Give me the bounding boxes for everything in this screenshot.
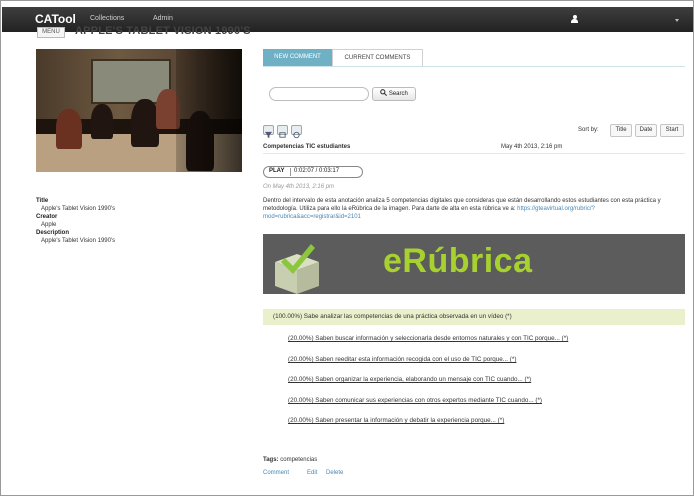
comment-date: May 4th 2013, 2:16 pm bbox=[501, 144, 563, 150]
app-window: CATool Collections Admin MENU APPLE'S TA… bbox=[0, 0, 694, 496]
rubric-criterion-main[interactable]: (100.00%) Sabe analizar las competencias… bbox=[263, 309, 685, 325]
play-label: PLAY bbox=[269, 168, 285, 174]
description-value: Apple's Tablet Vision 1990's bbox=[41, 238, 116, 244]
erubrica-banner: eRúbrica bbox=[263, 234, 685, 294]
tags-label: Tags: bbox=[263, 457, 279, 463]
ballot-box-icon bbox=[275, 244, 319, 294]
banner-title: eRúbrica bbox=[383, 242, 533, 280]
search-icon bbox=[380, 89, 388, 97]
refresh-icon bbox=[293, 131, 300, 139]
delete-link[interactable]: Delete bbox=[326, 470, 343, 476]
chevron-down-icon[interactable] bbox=[675, 19, 679, 22]
rubric-item[interactable]: (20.00%) Saben presentar la información … bbox=[288, 417, 504, 424]
rubric-item[interactable]: (20.00%) Saben buscar información y sele… bbox=[288, 335, 568, 342]
nav-link-admin[interactable]: Admin bbox=[153, 15, 173, 22]
tag-value[interactable]: competencias bbox=[280, 457, 317, 463]
rubric-item[interactable]: (20.00%) Saben reeditar esta información… bbox=[288, 356, 516, 363]
filter-icon bbox=[264, 131, 273, 139]
search-button-label: Search bbox=[388, 91, 408, 97]
search-input[interactable] bbox=[269, 87, 369, 101]
sort-label: Sort by: bbox=[578, 127, 599, 133]
tags-row: Tags: competencias bbox=[263, 457, 317, 463]
sort-title-button[interactable]: Title bbox=[610, 124, 632, 137]
creator-label: Creator bbox=[36, 214, 58, 220]
video-player[interactable] bbox=[36, 49, 242, 172]
expand-icon bbox=[279, 132, 286, 138]
rubric-item[interactable]: (20.00%) Saben organizar la experiencia,… bbox=[288, 376, 531, 383]
brand-logo[interactable]: CATool bbox=[35, 12, 76, 26]
title-value: Apple's Tablet Vision 1990's bbox=[41, 206, 116, 212]
filter-button[interactable] bbox=[263, 125, 274, 139]
sort-date-button[interactable]: Date bbox=[635, 124, 657, 137]
sort-start-button[interactable]: Start bbox=[660, 124, 684, 137]
edit-link[interactable]: Edit bbox=[307, 470, 317, 476]
expand-button[interactable] bbox=[277, 125, 288, 138]
comment-title[interactable]: Competencias TIC estudiantes bbox=[263, 144, 350, 150]
play-segment-button[interactable]: PLAY 0:02:07 / 0:03:17 bbox=[263, 166, 363, 178]
tab-new-comment[interactable]: NEW COMMENT bbox=[263, 49, 332, 66]
comment-body: Dentro del intervalo de esta anotación a… bbox=[263, 197, 681, 221]
refresh-button[interactable] bbox=[291, 125, 302, 139]
comment-posted: On May 4th 2013, 2:16 pm bbox=[263, 184, 335, 190]
nav-link-collections[interactable]: Collections bbox=[90, 15, 124, 22]
page-title: APPLE'S TABLET VISION 1990'S bbox=[75, 25, 251, 37]
time-range: 0:02:07 / 0:03:17 bbox=[294, 168, 340, 174]
divider bbox=[263, 153, 685, 154]
title-label: Title bbox=[36, 198, 49, 204]
video-metadata: Title Apple's Tablet Vision 1990's Creat… bbox=[36, 197, 115, 245]
description-label: Description bbox=[36, 230, 70, 236]
comment-link[interactable]: Comment bbox=[263, 470, 289, 476]
user-icon[interactable] bbox=[571, 15, 578, 24]
comment-body-text: Dentro del intervalo de esta anotación a… bbox=[263, 198, 661, 212]
menu-button[interactable]: MENU bbox=[37, 27, 65, 38]
tab-current-comments[interactable]: CURRENT COMMENTS bbox=[332, 49, 423, 66]
search-button[interactable]: Search bbox=[372, 87, 416, 101]
rubric-item[interactable]: (20.00%) Saben comunicar sus experiencia… bbox=[288, 397, 542, 404]
creator-value: Apple bbox=[41, 222, 57, 228]
tab-divider bbox=[263, 66, 685, 67]
